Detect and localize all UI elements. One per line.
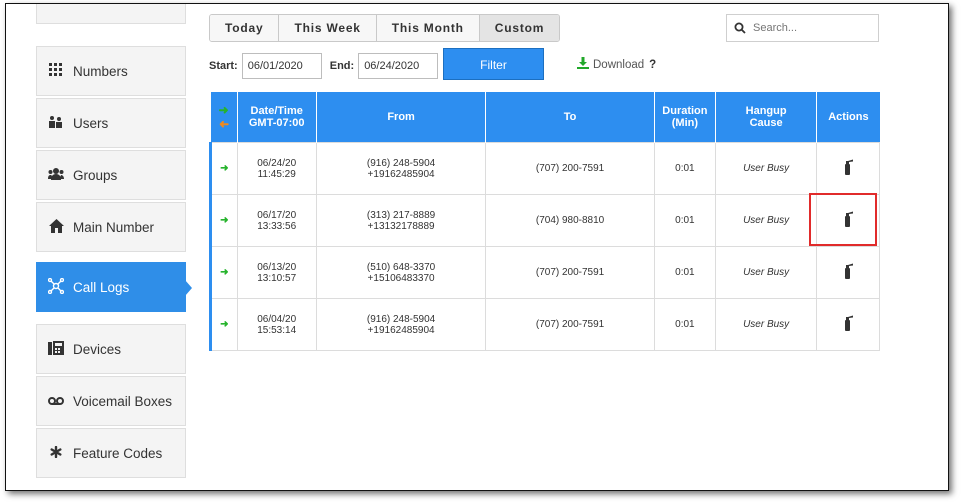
sidebar-item-label: Voicemail Boxes (73, 393, 173, 409)
sidebar-item-devices[interactable]: Devices (36, 324, 186, 374)
download-icon (577, 57, 589, 72)
from-cell: (313) 217-8889 +13132178889 (315, 194, 487, 247)
actions-cell (816, 142, 880, 195)
end-label: End: (329, 60, 355, 72)
from-cell: (916) 248-5904 +19162485904 (315, 142, 487, 195)
fax-icon (47, 340, 65, 358)
sidebar-item-groups[interactable]: Groups (36, 150, 186, 200)
sidebar-item-label: Devices (73, 341, 122, 357)
from-cell: (916) 248-5904 +19162485904 (315, 298, 487, 351)
sidebar-item-label: Call Logs (73, 279, 130, 295)
voicemail-icon (47, 393, 65, 409)
fire-extinguisher-icon[interactable] (842, 263, 854, 283)
end-date-field[interactable] (358, 53, 439, 79)
grid-icon (47, 62, 65, 80)
search-icon (734, 22, 746, 34)
actions-cell (816, 246, 880, 299)
table-row: ➜ 06/24/20 11:45:29 (916) 248-5904 +191624… (209, 142, 880, 195)
table-header-row: ➜ ➜ Date/Time GMT-07:00 From To Duration… (210, 92, 880, 143)
from-cell: (510) 648-3370 +15106483370 (315, 246, 487, 299)
duration-cell: 0:01 (653, 246, 716, 299)
date-range-controls: Start: End: (209, 52, 439, 80)
inbound-arrow-icon: ➜ (209, 142, 238, 195)
app-window: Numbers Users Groups Main Number Call Lo (5, 3, 949, 491)
outbound-arrow-icon: ➜ (218, 117, 229, 131)
search-box[interactable] (726, 14, 879, 42)
datetime-cell: 06/13/20 13:10:57 (236, 246, 317, 299)
actions-cell (816, 298, 880, 351)
direction-header: ➜ ➜ (210, 92, 238, 143)
inbound-arrow-icon: ➜ (209, 246, 238, 299)
tab-this-month[interactable]: This Month (376, 15, 480, 41)
fire-extinguisher-icon[interactable] (842, 315, 854, 335)
to-cell: (707) 200-7591 (485, 298, 655, 351)
inbound-arrow-icon: ➜ (218, 103, 229, 117)
start-label: Start: (209, 60, 238, 72)
search-input[interactable] (751, 21, 875, 35)
tab-today[interactable]: Today (210, 15, 280, 41)
duration-cell: 0:01 (653, 298, 716, 351)
to-cell: (707) 200-7591 (485, 246, 655, 299)
hangup-cause-cell: User Busy (714, 194, 818, 247)
start-date-field[interactable] (241, 53, 322, 79)
inbound-arrow-icon: ➜ (209, 298, 238, 351)
sidebar-item-numbers[interactable]: Numbers (36, 46, 186, 96)
hangup-cause-header[interactable]: Hangup Cause (715, 92, 818, 143)
sidebar-item-label: Feature Codes (73, 445, 163, 461)
table-row: ➜ 06/04/20 15:53:14 (916) 248-5904 +191624… (209, 298, 880, 351)
sidebar-item-call-logs[interactable]: Call Logs (36, 262, 192, 312)
datetime-header[interactable]: Date/Time GMT-07:00 (237, 92, 317, 143)
actions-header: Actions (816, 92, 880, 143)
datetime-cell: 06/04/20 15:53:14 (236, 298, 317, 351)
sidebar-item-label: Numbers (73, 63, 128, 79)
sidebar-item-label: Groups (73, 167, 118, 183)
table-row: ➜ 06/13/20 13:10:57 (510) 648-3370 +151064… (209, 246, 880, 299)
table-row: ➜ 06/17/20 13:33:56 (313) 217-8889 +131321… (209, 194, 880, 247)
sidebar-item-users[interactable]: Users (36, 98, 186, 148)
home-icon (47, 218, 65, 236)
fire-extinguisher-icon[interactable] (842, 159, 854, 179)
download-link[interactable]: Download ? (577, 57, 656, 72)
datetime-cell: 06/24/20 11:45:29 (236, 142, 317, 195)
duration-header[interactable]: Duration (Min) (654, 92, 716, 143)
users-icon (47, 115, 65, 132)
help-icon[interactable]: ? (649, 59, 656, 71)
hangup-cause-cell: User Busy (714, 246, 818, 299)
group-icon (47, 167, 65, 184)
sidebar-item-feature-codes[interactable]: Feature Codes (36, 428, 186, 478)
to-header[interactable]: To (485, 92, 655, 143)
filter-button[interactable]: Filter (443, 48, 544, 80)
sidebar-item-partial[interactable] (36, 4, 186, 24)
tab-this-week[interactable]: This Week (279, 15, 377, 41)
sidebar-item-label: Users (73, 115, 109, 131)
to-cell: (707) 200-7591 (485, 142, 655, 195)
to-cell: (704) 980-8810 (485, 194, 655, 247)
tab-custom[interactable]: Custom (479, 15, 560, 41)
sidebar-item-voicemail-boxes[interactable]: Voicemail Boxes (36, 376, 186, 426)
download-label: Download (593, 58, 645, 71)
duration-cell: 0:01 (653, 142, 716, 195)
network-icon (47, 277, 65, 297)
sidebar-item-label: Main Number (73, 219, 155, 235)
asterisk-icon (47, 445, 65, 461)
highlight-box (809, 193, 877, 246)
from-header[interactable]: From (316, 92, 487, 143)
call-log-table: ➜ ➜ Date/Time GMT-07:00 From To Duration… (209, 92, 880, 351)
sidebar-item-main-number[interactable]: Main Number (36, 202, 186, 252)
duration-cell: 0:01 (653, 194, 716, 247)
date-range-tabs: Today This Week This Month Custom (209, 14, 561, 42)
datetime-cell: 06/17/20 13:33:56 (236, 194, 317, 247)
inbound-arrow-icon: ➜ (209, 194, 238, 247)
hangup-cause-cell: User Busy (714, 142, 818, 195)
hangup-cause-cell: User Busy (714, 298, 818, 351)
